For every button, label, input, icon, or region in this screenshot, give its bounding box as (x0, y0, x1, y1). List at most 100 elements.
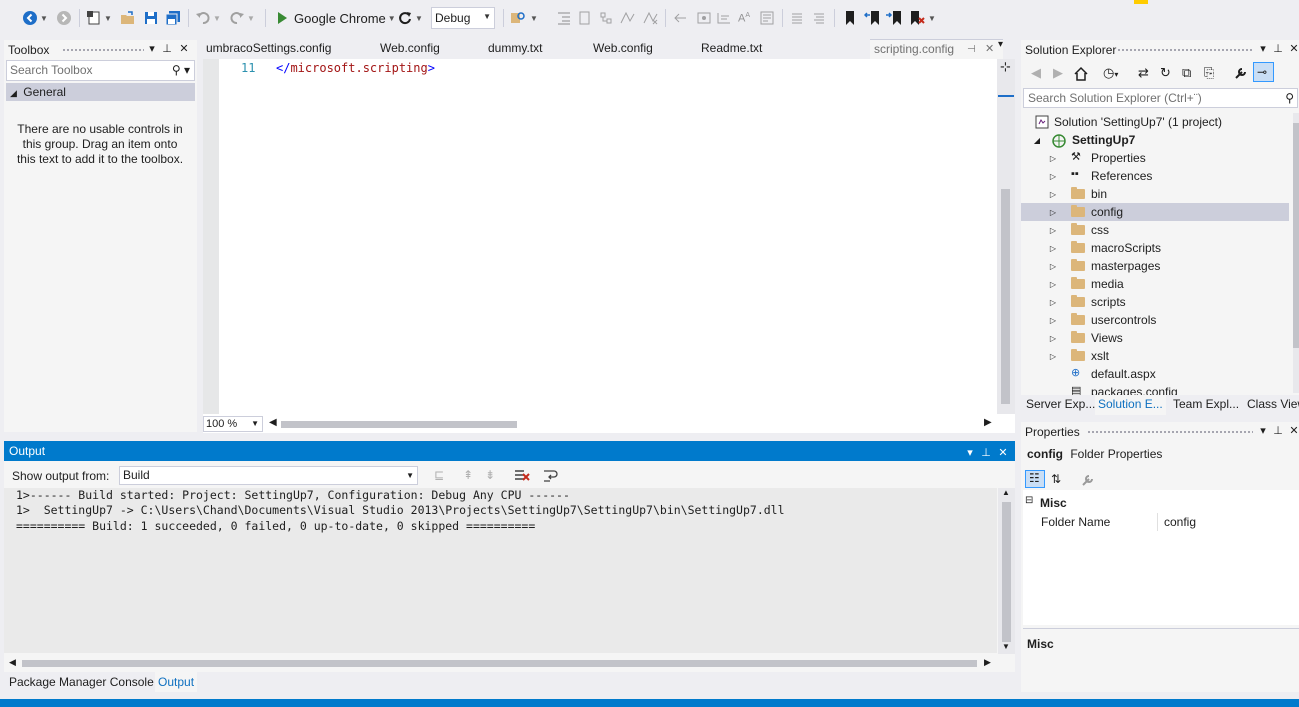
find-in-files-button[interactable]: ▼ (510, 9, 538, 27)
code-editor[interactable]: 11 </microsoft.scripting> ⊹ 100 % ▼ ◀ ▶ (203, 59, 1015, 433)
forward-icon[interactable]: ▶ (1053, 65, 1063, 81)
find-message-icon[interactable]: ⊑ (434, 468, 444, 482)
property-row[interactable]: Folder Name config (1023, 513, 1299, 531)
search-icon[interactable]: ⚲ ▾ (172, 61, 190, 80)
uncomment-button[interactable] (812, 9, 826, 27)
tab-team-explorer[interactable]: Team Expl... (1173, 395, 1239, 415)
editor-horizontal-scroll-thumb[interactable] (281, 421, 517, 428)
sync-icon[interactable]: ⇄ (1138, 65, 1149, 81)
new-project-button[interactable]: ▼ (86, 9, 112, 27)
toolbox-search-input[interactable]: Search Toolbox ⚲ ▾ (6, 60, 195, 81)
expand-triangle-icon[interactable]: ▷ (1048, 208, 1058, 217)
tab-server-explorer[interactable]: Server Exp... (1026, 395, 1095, 415)
tree-vertical-scrollbar[interactable] (1293, 113, 1299, 393)
home-icon[interactable] (1073, 66, 1089, 82)
tree-item-config[interactable]: ▷ config (1021, 203, 1289, 221)
preview-selected-items-button[interactable]: ⊸ (1253, 62, 1274, 82)
editor-vertical-scrollbar[interactable]: ⊹ (997, 59, 1015, 414)
back-navigate-button[interactable] (673, 9, 687, 27)
close-icon[interactable]: ✕ (996, 443, 1010, 463)
next-message-icon[interactable]: ⇟ (485, 468, 495, 482)
output-text-area[interactable]: 1>------ Build started: Project: Setting… (4, 488, 997, 653)
open-file-button[interactable] (120, 9, 136, 27)
tree-item-properties[interactable]: ▷ ⚒ Properties (1021, 149, 1289, 167)
refresh-icon[interactable]: ↻ (1160, 65, 1171, 81)
expand-triangle-icon[interactable]: ▷ (1048, 316, 1058, 325)
font-size-button[interactable]: AA (738, 9, 750, 27)
expand-triangle-icon[interactable]: ▷ (1048, 352, 1058, 361)
start-debugging-button[interactable]: Google Chrome ▼ (275, 9, 396, 27)
tree-item-references[interactable]: ▷ ▪▪ References (1021, 167, 1289, 185)
tree-item-css[interactable]: ▷ css (1021, 221, 1289, 239)
tab-web-config-2[interactable]: Web.config (593, 39, 653, 59)
pin-icon[interactable]: ⊥ (1271, 42, 1285, 55)
scroll-left-icon[interactable]: ◀ (269, 417, 277, 428)
properties-object-selector[interactable]: config Folder Properties (1027, 447, 1162, 461)
tab-scripting-config[interactable]: scripting.config ⊣ ✕ (870, 39, 1003, 59)
output-horizontal-scrollbar[interactable]: ◀ ▶ (4, 657, 997, 670)
expand-triangle-icon[interactable]: ▷ (1048, 298, 1058, 307)
save-all-button[interactable] (165, 9, 181, 27)
properties-wrench-icon[interactable] (1234, 66, 1248, 80)
tab-class-view[interactable]: Class View (1247, 395, 1299, 415)
tree-scroll-thumb[interactable] (1293, 123, 1299, 348)
zoom-select[interactable]: 100 % ▼ (203, 416, 263, 432)
copy-button[interactable] (578, 9, 592, 27)
output-horizontal-scroll-thumb[interactable] (22, 660, 977, 667)
scroll-up-icon[interactable]: ▲ (1002, 488, 1010, 497)
tree-item-bin[interactable]: ▷ bin (1021, 185, 1289, 203)
undo-button[interactable]: ▼ (195, 9, 221, 27)
tree-item-media[interactable]: ▷ media (1021, 275, 1289, 293)
indent-button[interactable] (717, 9, 731, 27)
pending-changes-icon[interactable]: ◷▾ (1103, 65, 1118, 81)
close-icon[interactable]: ✕ (1287, 424, 1299, 437)
tree-item-usercontrols[interactable]: ▷ usercontrols (1021, 311, 1289, 329)
scroll-right-icon[interactable]: ▶ (984, 417, 992, 428)
alphabetical-sort-icon[interactable]: ⇅ (1051, 472, 1061, 486)
expand-triangle-icon[interactable]: ▷ (1048, 280, 1058, 289)
output-vertical-scrollbar[interactable]: ▲ ▼ (998, 488, 1015, 654)
expand-triangle-icon[interactable]: ▷ (1048, 244, 1058, 253)
code-line[interactable]: </microsoft.scripting> (276, 61, 435, 75)
clear-bookmarks-button[interactable]: ▼ (908, 9, 936, 27)
outdent-button[interactable] (557, 9, 571, 27)
toolbox-empty-message[interactable]: There are no usable controls in this gro… (14, 122, 186, 167)
tag-button[interactable] (620, 9, 636, 27)
tree-project-node[interactable]: ◢ SettingUp7 (1021, 131, 1289, 149)
search-icon[interactable]: ⚲ (1285, 89, 1294, 107)
save-button[interactable] (143, 9, 159, 27)
previous-message-icon[interactable]: ⇞ (463, 468, 473, 482)
format-button[interactable] (760, 9, 774, 27)
expand-triangle-icon[interactable]: ▷ (1048, 172, 1058, 181)
expand-triangle-icon[interactable]: ▷ (1048, 262, 1058, 271)
tree-item-xslt[interactable]: ▷ xslt (1021, 347, 1289, 365)
split-editor-icon[interactable]: ⊹ (1000, 59, 1011, 75)
tab-solution-explorer[interactable]: Solution E... (1095, 395, 1166, 415)
refresh-browser-button[interactable]: ▼ (397, 9, 423, 27)
scroll-down-icon[interactable]: ▼ (1002, 642, 1010, 651)
word-wrap-icon[interactable] (543, 468, 559, 484)
tree-item-masterpages[interactable]: ▷ masterpages (1021, 257, 1289, 275)
window-position-icon[interactable]: ▾ (145, 42, 159, 55)
tab-output[interactable]: Output (155, 672, 198, 692)
editor-scroll-thumb[interactable] (1001, 189, 1010, 404)
toolbox-group-general[interactable]: ◢ General (6, 83, 195, 101)
back-icon[interactable]: ◀ (1031, 65, 1041, 81)
expanded-triangle-icon[interactable]: ◢ (1032, 136, 1042, 145)
show-all-files-icon[interactable]: ⎘ (1204, 65, 1214, 81)
previous-bookmark-button[interactable] (864, 9, 882, 27)
window-position-icon[interactable]: ▾ (1256, 424, 1270, 437)
tab-dummy-txt[interactable]: dummy.txt (488, 39, 542, 59)
close-icon[interactable]: ✕ (177, 42, 191, 55)
scroll-right-icon[interactable]: ▶ (984, 657, 991, 668)
categorized-button[interactable]: ☷ (1025, 470, 1045, 488)
output-source-select[interactable]: Build ▼ (119, 466, 418, 485)
bookmark-button[interactable] (843, 9, 857, 27)
back-button[interactable]: ▼ (22, 9, 48, 27)
collapse-category-icon[interactable]: ⊟ (1025, 495, 1033, 506)
window-position-icon[interactable]: ▾ (963, 443, 977, 463)
solution-explorer-search-input[interactable]: Search Solution Explorer (Ctrl+¨) ⚲ (1023, 88, 1298, 108)
property-pages-wrench-icon[interactable] (1081, 473, 1095, 487)
tag-remove-button[interactable] (643, 9, 659, 27)
collapse-all-icon[interactable]: ⧉ (1182, 65, 1191, 81)
